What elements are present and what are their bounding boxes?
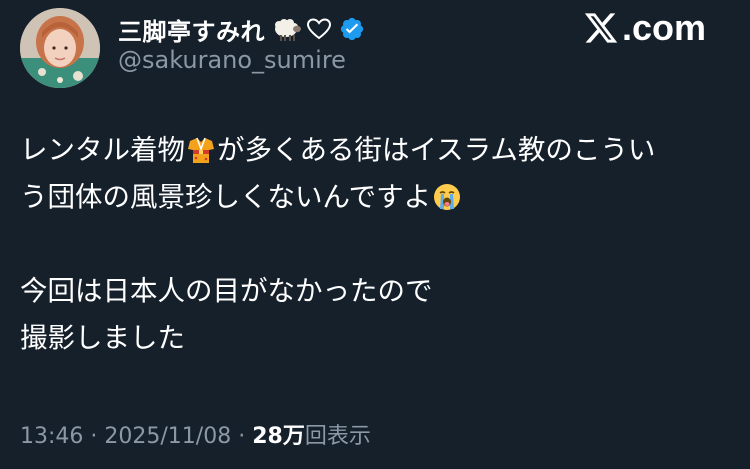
loudly-crying-face-emoji-icon <box>434 184 461 210</box>
tweet-meta: 13:46 · 2025/11/08 · 28万 回表示 <box>20 418 371 450</box>
tweet-line-4: 撮影しました <box>20 322 185 354</box>
tweet-text-segment: レンタル着物 <box>20 134 185 166</box>
tweet-line-1: レンタル着物 が多くある街はイスラム教のこうい <box>20 127 720 174</box>
avatar[interactable] <box>20 8 100 88</box>
x-logo-icon <box>584 13 618 43</box>
tweet-text: レンタル着物 が多くある街はイスラム教のこうい う団体の風景珍しくないんですよ <box>20 127 720 362</box>
kimono-emoji-icon <box>188 137 214 163</box>
views-count[interactable]: 28万 <box>252 418 305 450</box>
heart-outline-icon <box>307 18 331 40</box>
tweet-text-segment: う団体の風景珍しくないんですよ <box>20 181 432 213</box>
display-name[interactable]: 三脚亭すみれ <box>118 12 265 47</box>
sheep-emoji-icon <box>271 16 301 42</box>
tweet-card: 三脚亭すみれ @sakurano_sumire .com レンタル着物 が多くあ… <box>0 0 750 469</box>
tweet-line-2: う団体の風景珍しくないんですよ <box>20 174 720 221</box>
x-com-logo: .com <box>582 7 706 48</box>
meta-separator: · <box>90 424 98 449</box>
author-name-row[interactable]: 三脚亭すみれ <box>118 12 365 46</box>
verified-badge-icon[interactable] <box>339 16 365 42</box>
tweet-time[interactable]: 13:46 <box>20 424 83 449</box>
avatar-image <box>20 8 100 88</box>
tweet-text-segment: が多くある街はイスラム教のこうい <box>217 134 656 166</box>
meta-separator: · <box>238 424 246 449</box>
views-label: 回表示 <box>304 424 371 449</box>
user-handle[interactable]: @sakurano_sumire <box>118 46 346 74</box>
tweet-date[interactable]: 2025/11/08 <box>104 424 231 449</box>
tweet-line-3: 今回は日本人の目がなかったので <box>20 275 433 307</box>
brand-domain-text: .com <box>621 7 706 48</box>
